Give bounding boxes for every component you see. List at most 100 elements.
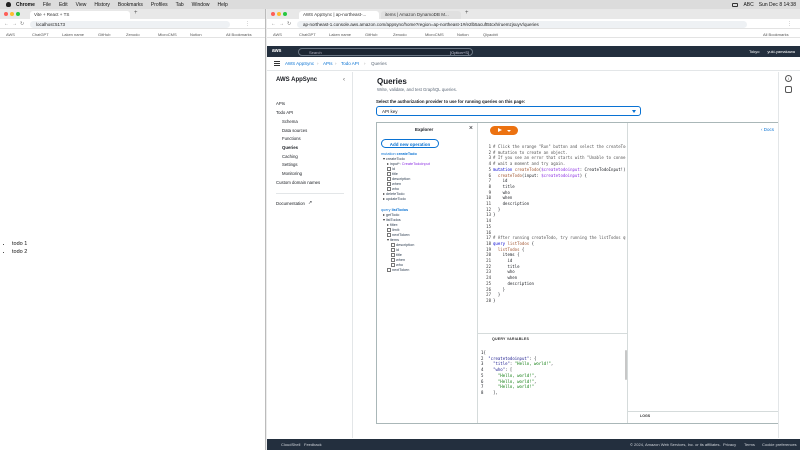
bookmark-chatgpt[interactable]: ChatGPT: [299, 32, 316, 37]
menu-profiles[interactable]: Profiles: [151, 2, 168, 8]
reload-icon[interactable]: ↻: [20, 21, 24, 27]
menu-history[interactable]: History: [94, 2, 110, 8]
query-code[interactable]: 1 # Click the orange "Run" button and sel…: [481, 144, 626, 304]
breadcrumb-apis[interactable]: APIs: [323, 61, 333, 66]
bookmark-microcms[interactable]: MicroCMS: [425, 32, 444, 37]
feedback-icon[interactable]: [785, 86, 792, 93]
sidenav-item-data-sources[interactable]: Data sources: [282, 128, 307, 133]
sidenav-item-apis[interactable]: APIs: [276, 101, 285, 106]
bookmark-chatgpt[interactable]: ChatGPT: [32, 32, 49, 37]
account-menu[interactable]: yuki-yamakawa: [767, 49, 795, 54]
cloudshell-link[interactable]: CloudShell: [281, 442, 300, 447]
tab-appsync[interactable]: AWS AppSync | ap-northeast-...: [299, 11, 379, 19]
aws-search-input[interactable]: Search [Option+S]: [298, 47, 473, 56]
zoom-window-icon[interactable]: [283, 12, 287, 16]
input-source[interactable]: ABC: [743, 2, 753, 8]
sidenav-close-icon[interactable]: ‹: [343, 77, 345, 83]
cookie-preferences-link[interactable]: Cookie preferences: [762, 442, 797, 447]
breadcrumb-appsync[interactable]: AWS AppSync: [285, 61, 314, 66]
bookmark-notion[interactable]: Notion: [457, 32, 469, 37]
forward-icon[interactable]: →: [12, 21, 17, 27]
code-line[interactable]: 8 ],: [481, 390, 621, 396]
minimize-window-icon[interactable]: [10, 12, 14, 16]
sidenav-item-settings[interactable]: Settings: [282, 162, 298, 167]
sidenav-item-todo-api[interactable]: Todo API: [276, 110, 293, 115]
sidenav-item-functions[interactable]: Functions: [282, 136, 301, 141]
sidenav-item-custom-domains[interactable]: Custom domain names: [276, 180, 320, 185]
bookmark-notion[interactable]: Notion: [190, 32, 202, 37]
menu-edit[interactable]: Edit: [59, 2, 68, 8]
tree-node[interactable]: ▸updateTodo: [381, 197, 430, 202]
back-icon[interactable]: ←: [271, 21, 276, 27]
code-line[interactable]: 28}: [481, 298, 626, 304]
tree-node[interactable]: nextToken: [381, 268, 414, 273]
aws-logo[interactable]: aws: [272, 48, 281, 54]
menu-dots-icon[interactable]: ⋮: [787, 21, 792, 27]
bookmark-zenodo[interactable]: Zenodo: [393, 32, 407, 37]
clock[interactable]: Sun Dec 8 14:38: [759, 2, 796, 8]
minimize-window-icon[interactable]: [277, 12, 281, 16]
new-tab-icon[interactable]: +: [465, 10, 469, 16]
breadcrumb-queries: Queries: [371, 61, 387, 66]
terms-link[interactable]: Terms: [744, 442, 755, 447]
forward-icon[interactable]: →: [279, 21, 284, 27]
new-tab-icon[interactable]: +: [134, 10, 138, 16]
privacy-link[interactable]: Privacy: [723, 442, 736, 447]
code-text: description: [493, 280, 534, 286]
sidenav-item-schema[interactable]: Schema: [282, 119, 298, 124]
tab-vite[interactable]: Vite + React + TS: [30, 11, 130, 19]
bookmark-laken[interactable]: Laken name: [329, 32, 351, 37]
close-window-icon[interactable]: [271, 12, 275, 16]
breadcrumb-todo-api[interactable]: Todo API: [341, 61, 359, 66]
close-explorer-icon[interactable]: ×: [469, 125, 473, 132]
bookmark-qiyaobit[interactable]: Qiyaobit: [483, 32, 498, 37]
close-window-icon[interactable]: [4, 12, 8, 16]
bookmark-microcms[interactable]: MicroCMS: [158, 32, 177, 37]
graphql-editor[interactable]: 1 # Click the orange "Run" button and sel…: [478, 123, 627, 423]
sidenav-item-documentation[interactable]: Documentation: [276, 201, 305, 206]
todo-item: todo 1: [12, 240, 27, 248]
bookmark-all[interactable]: All Bookmarks: [226, 32, 252, 37]
info-icon[interactable]: i: [785, 75, 792, 82]
apple-icon[interactable]: [6, 2, 11, 7]
bookmark-aws[interactable]: AWS: [6, 32, 15, 37]
query-variables-code[interactable]: 1{2 "createtodoinput": {3 "title": "Hell…: [481, 350, 621, 396]
logs-section[interactable]: LOGS: [628, 411, 781, 418]
hamburger-icon[interactable]: [274, 61, 280, 66]
menu-bookmarks[interactable]: Bookmarks: [118, 2, 143, 8]
back-icon[interactable]: ←: [4, 21, 9, 27]
bookmark-aws[interactable]: AWS: [273, 32, 282, 37]
bookmark-all[interactable]: All Bookmarks: [763, 32, 789, 37]
menu-view[interactable]: View: [76, 2, 87, 8]
query-variables-label[interactable]: QUERY VARIABLES: [492, 337, 529, 341]
battery-icon[interactable]: [732, 2, 739, 7]
sidenav-title[interactable]: AWS AppSync: [276, 77, 317, 83]
bookmark-laken[interactable]: Laken name: [62, 32, 84, 37]
sidenav-item-queries[interactable]: Queries: [282, 145, 298, 150]
tab-dynamodb[interactable]: items | Amazon DynamoDB M...: [381, 11, 461, 19]
add-operation-button[interactable]: Add new operation: [381, 139, 439, 148]
menu-dots-icon[interactable]: ⋮: [245, 21, 250, 27]
tree-field: limit:: [392, 228, 400, 232]
expand-icon: ▸: [383, 197, 385, 201]
right-address-bar[interactable]: ap-northeast-1.console.aws.amazon.com/ap…: [297, 20, 747, 28]
left-address-bar[interactable]: localhost:5173: [30, 20, 230, 28]
run-button[interactable]: [490, 126, 518, 135]
bookmark-github[interactable]: GitHub: [365, 32, 377, 37]
docs-link[interactable]: ‹ Docs: [761, 127, 774, 132]
feedback-link[interactable]: Feedback: [304, 442, 322, 447]
bookmark-zenodo[interactable]: Zenodo: [126, 32, 140, 37]
region-selector[interactable]: Tokyo: [749, 49, 759, 54]
zoom-window-icon[interactable]: [16, 12, 20, 16]
menu-tab[interactable]: Tab: [176, 2, 184, 8]
results-pane: ‹ Docs LOGS: [627, 123, 781, 423]
menu-app[interactable]: Chrome: [16, 2, 35, 8]
reload-icon[interactable]: ↻: [287, 21, 291, 27]
bookmark-github[interactable]: GitHub: [98, 32, 110, 37]
menu-help[interactable]: Help: [217, 2, 227, 8]
sidenav-item-caching[interactable]: Caching: [282, 154, 298, 159]
sidenav-item-monitoring[interactable]: Monitoring: [282, 171, 302, 176]
auth-provider-select[interactable]: API key: [376, 106, 641, 116]
menu-window[interactable]: Window: [192, 2, 210, 8]
menu-file[interactable]: File: [43, 2, 51, 8]
